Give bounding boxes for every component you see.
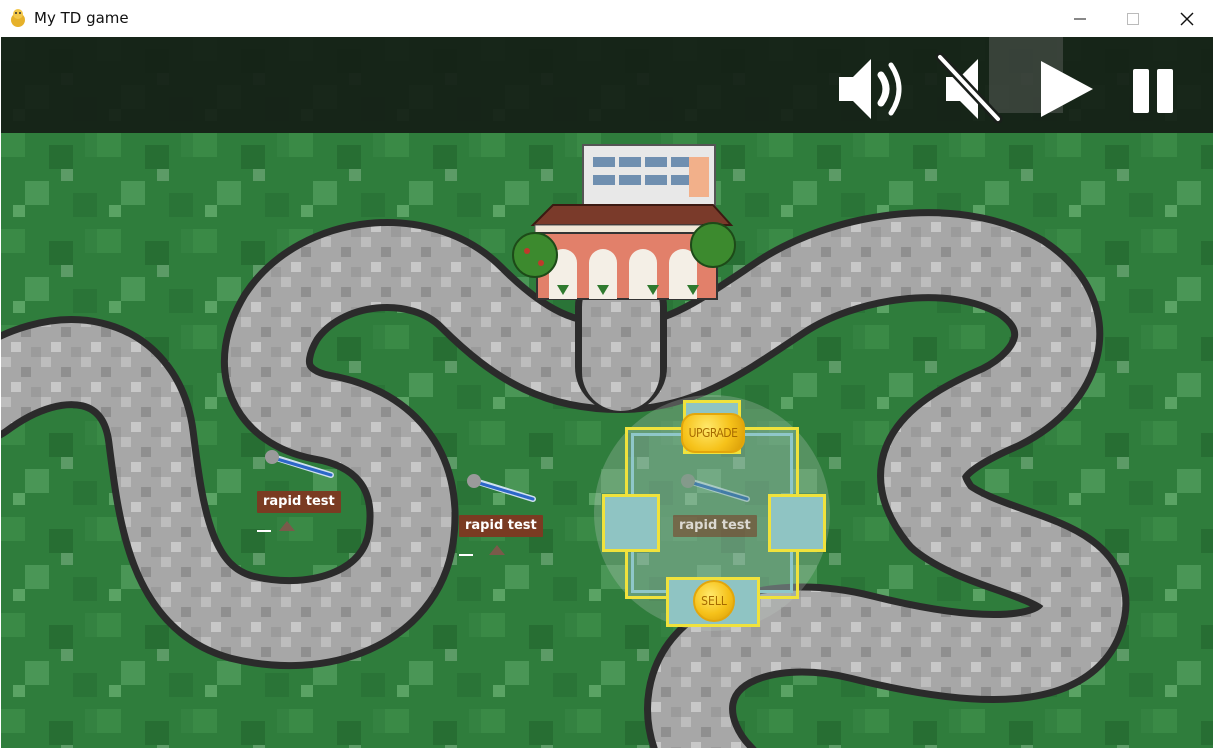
app-icon [11, 9, 25, 27]
close-icon [1180, 12, 1194, 25]
minimize-button[interactable] [1057, 0, 1103, 37]
play-button[interactable] [1031, 51, 1111, 127]
tower-label: rapid test [673, 515, 757, 537]
pause-icon [1133, 69, 1173, 113]
maximize-icon [1127, 12, 1139, 25]
tower-1[interactable]: rapid test [257, 449, 357, 539]
sound-on-button[interactable] [833, 51, 913, 127]
tower-2[interactable]: rapid test [459, 473, 559, 563]
tower-cannon-icon [681, 474, 750, 502]
play-icon [1041, 61, 1093, 117]
tower-label: rapid test [459, 515, 543, 537]
game-canvas[interactable]: rapid test rapid test rapid test UPGRADE [1, 37, 1213, 748]
tower-menu-slot-right[interactable] [768, 494, 826, 552]
minimize-icon [1074, 18, 1086, 19]
tower-label: rapid test [257, 491, 341, 513]
sell-button[interactable]: SELL [693, 580, 735, 622]
window-titlebar: My TD game [0, 0, 1214, 37]
tower-cannon-icon [467, 474, 536, 502]
tower-menu-slot-left[interactable] [602, 494, 660, 552]
tower-stand-icon [257, 521, 295, 532]
game-control-bar [1, 37, 1213, 133]
game-map [1, 37, 1213, 748]
maximize-button[interactable] [1110, 0, 1156, 37]
tower-3-selected[interactable]: rapid test [673, 473, 773, 563]
speaker-muted-icon [935, 52, 1003, 124]
speaker-icon [839, 59, 902, 119]
pause-button[interactable] [1121, 51, 1201, 127]
window-title: My TD game [34, 9, 129, 27]
tower-cannon-icon [265, 450, 334, 478]
close-button[interactable] [1164, 0, 1210, 37]
upgrade-button[interactable]: UPGRADE [681, 413, 745, 453]
tower-stand-icon [459, 545, 505, 556]
sound-off-button[interactable] [932, 51, 1012, 127]
